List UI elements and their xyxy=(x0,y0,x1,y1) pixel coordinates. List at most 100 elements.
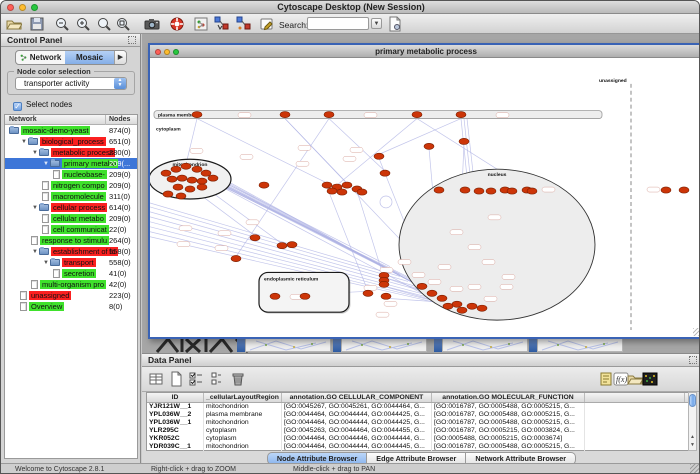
disclosure-triangle-icon[interactable]: ▼ xyxy=(31,249,39,255)
node-label-pill[interactable] xyxy=(343,156,356,161)
float-panel-icon[interactable] xyxy=(128,36,136,44)
disclosure-triangle-icon[interactable]: ▼ xyxy=(42,260,50,266)
graph-node[interactable] xyxy=(322,182,332,188)
open-file-icon[interactable] xyxy=(6,16,22,32)
background-window-thumbnail[interactable] xyxy=(537,337,623,352)
column-header[interactable]: annotation.GO MOLECULAR_FUNCTION xyxy=(432,393,585,402)
graph-node[interactable] xyxy=(417,283,427,289)
table-row[interactable]: YLR295Ccytoplasm[GO:0045263, GO:0044464,… xyxy=(147,427,691,435)
graph-node[interactable] xyxy=(467,303,477,309)
tree-item[interactable]: ▼primary metabo209(... xyxy=(5,158,137,169)
tree-item[interactable]: nitrogen compo209(0) xyxy=(5,180,137,191)
network-close-button[interactable] xyxy=(155,49,161,55)
node-label-pill[interactable] xyxy=(364,113,377,118)
tree-item[interactable]: secretion41(0) xyxy=(5,268,137,279)
tree-item[interactable]: ▼establishment of lo558(0) xyxy=(5,246,137,257)
disclosure-triangle-icon[interactable]: ▼ xyxy=(20,139,28,145)
graph-node[interactable] xyxy=(460,187,470,193)
graph-node[interactable] xyxy=(381,293,391,299)
tree-item[interactable]: ▼metabolic process280(0) xyxy=(5,147,137,158)
graph-node[interactable] xyxy=(679,187,689,193)
graph-node[interactable] xyxy=(380,170,390,176)
background-window-thumbnail[interactable] xyxy=(341,337,427,352)
node-label-pill[interactable] xyxy=(298,145,311,150)
graph-node[interactable] xyxy=(231,255,241,261)
network-overview-icon[interactable] xyxy=(193,16,209,32)
tabs-overflow-arrow[interactable]: ▶ xyxy=(114,51,126,64)
network-window-titlebar[interactable]: primary metabolic process xyxy=(150,45,700,58)
annotation-note-icon[interactable] xyxy=(598,371,614,387)
graph-node[interactable] xyxy=(161,170,171,176)
node-label-pill[interactable] xyxy=(482,260,495,265)
node-label-pill[interactable] xyxy=(380,267,393,272)
graph-node[interactable] xyxy=(424,143,434,149)
table-row[interactable]: YKR052Ccytoplasm[GO:0044464, GO:0044446,… xyxy=(147,435,691,443)
background-window-edge[interactable] xyxy=(434,337,442,352)
node-label-pill[interactable] xyxy=(450,230,463,235)
graph-node[interactable] xyxy=(187,177,197,183)
disclosure-triangle-icon[interactable]: ▼ xyxy=(31,205,39,211)
node-label-pill[interactable] xyxy=(428,279,441,284)
graph-node[interactable] xyxy=(287,242,297,248)
node-label-pill[interactable] xyxy=(364,285,377,290)
graph-node[interactable] xyxy=(270,293,280,299)
tree-item[interactable]: ▼cellular process614(0) xyxy=(5,202,137,213)
node-label-pill[interactable] xyxy=(488,215,501,220)
graph-node[interactable] xyxy=(477,305,487,311)
tree-item[interactable]: mosaic-demo-yeast874(0) xyxy=(5,125,137,136)
graph-node[interactable] xyxy=(176,193,186,199)
float-panel-icon[interactable] xyxy=(689,356,697,364)
network-minimize-button[interactable] xyxy=(164,49,170,55)
graph-node[interactable] xyxy=(280,112,290,118)
graph-node[interactable] xyxy=(459,138,469,144)
graph-node[interactable] xyxy=(474,188,484,194)
window-resize-grip[interactable] xyxy=(690,464,699,473)
delete-attribute-icon[interactable] xyxy=(230,371,246,387)
background-window-edge[interactable] xyxy=(529,337,537,352)
node-label-pill[interactable] xyxy=(412,272,425,277)
graph-node[interactable] xyxy=(324,112,334,118)
background-window-edge[interactable] xyxy=(237,337,245,352)
node-label-pill[interactable] xyxy=(468,245,481,250)
graph-node[interactable] xyxy=(208,175,218,181)
node-label-pill[interactable] xyxy=(238,113,251,118)
graph-node[interactable] xyxy=(342,182,352,188)
node-label-pill[interactable] xyxy=(240,154,253,159)
table-row[interactable]: YPL036W__2plasma membrane[GO:0044464, GO… xyxy=(147,411,691,419)
graph-node[interactable] xyxy=(177,175,187,181)
node-label-pill[interactable] xyxy=(647,187,660,192)
tree-item[interactable]: cell communicat22(0) xyxy=(5,224,137,235)
node-label-pill[interactable] xyxy=(350,147,363,152)
graph-node[interactable] xyxy=(192,166,202,172)
unselect-attributes-icon[interactable] xyxy=(208,371,224,387)
save-icon[interactable] xyxy=(29,16,45,32)
node-label-pill[interactable] xyxy=(450,286,463,291)
background-window-thumbnail[interactable] xyxy=(245,337,331,352)
node-label-pill[interactable] xyxy=(296,161,309,166)
table-row[interactable]: YDR039C__1mitochondrion[GO:0044464, GO:0… xyxy=(147,443,691,451)
graph-node[interactable] xyxy=(181,163,191,169)
background-window-edge[interactable] xyxy=(333,337,341,352)
column-header[interactable]: _cellularLayoutRegion xyxy=(204,393,282,402)
tree-item[interactable]: unassigned223(0) xyxy=(5,290,137,301)
graph-node[interactable] xyxy=(192,112,202,118)
snapshot-camera-icon[interactable] xyxy=(144,16,160,32)
graph-node[interactable] xyxy=(661,187,671,193)
annotation-edit-icon[interactable] xyxy=(259,16,275,32)
column-header[interactable] xyxy=(585,393,685,402)
node-label-pill[interactable] xyxy=(384,301,397,306)
network-canvas[interactable]: plasma membranecytoplasmmitochondrionnuc… xyxy=(150,58,700,337)
node-color-dropdown[interactable]: transporter activity ▲▼ xyxy=(15,77,127,90)
search-input[interactable] xyxy=(307,17,369,30)
graph-node[interactable] xyxy=(259,182,269,188)
node-label-pill[interactable] xyxy=(542,187,555,192)
table-icon[interactable] xyxy=(148,371,164,387)
graph-node[interactable] xyxy=(277,243,287,249)
dropdown-stepper-icon[interactable]: ▲▼ xyxy=(114,78,126,89)
scroll-down-icon[interactable]: ▼ xyxy=(689,441,696,449)
graph-node[interactable] xyxy=(300,293,310,299)
graph-node[interactable] xyxy=(486,188,496,194)
column-header[interactable]: annotation.GO CELLULAR_COMPONENT xyxy=(282,393,432,402)
graph-node[interactable] xyxy=(201,170,211,176)
node-label-pill[interactable] xyxy=(218,231,231,236)
